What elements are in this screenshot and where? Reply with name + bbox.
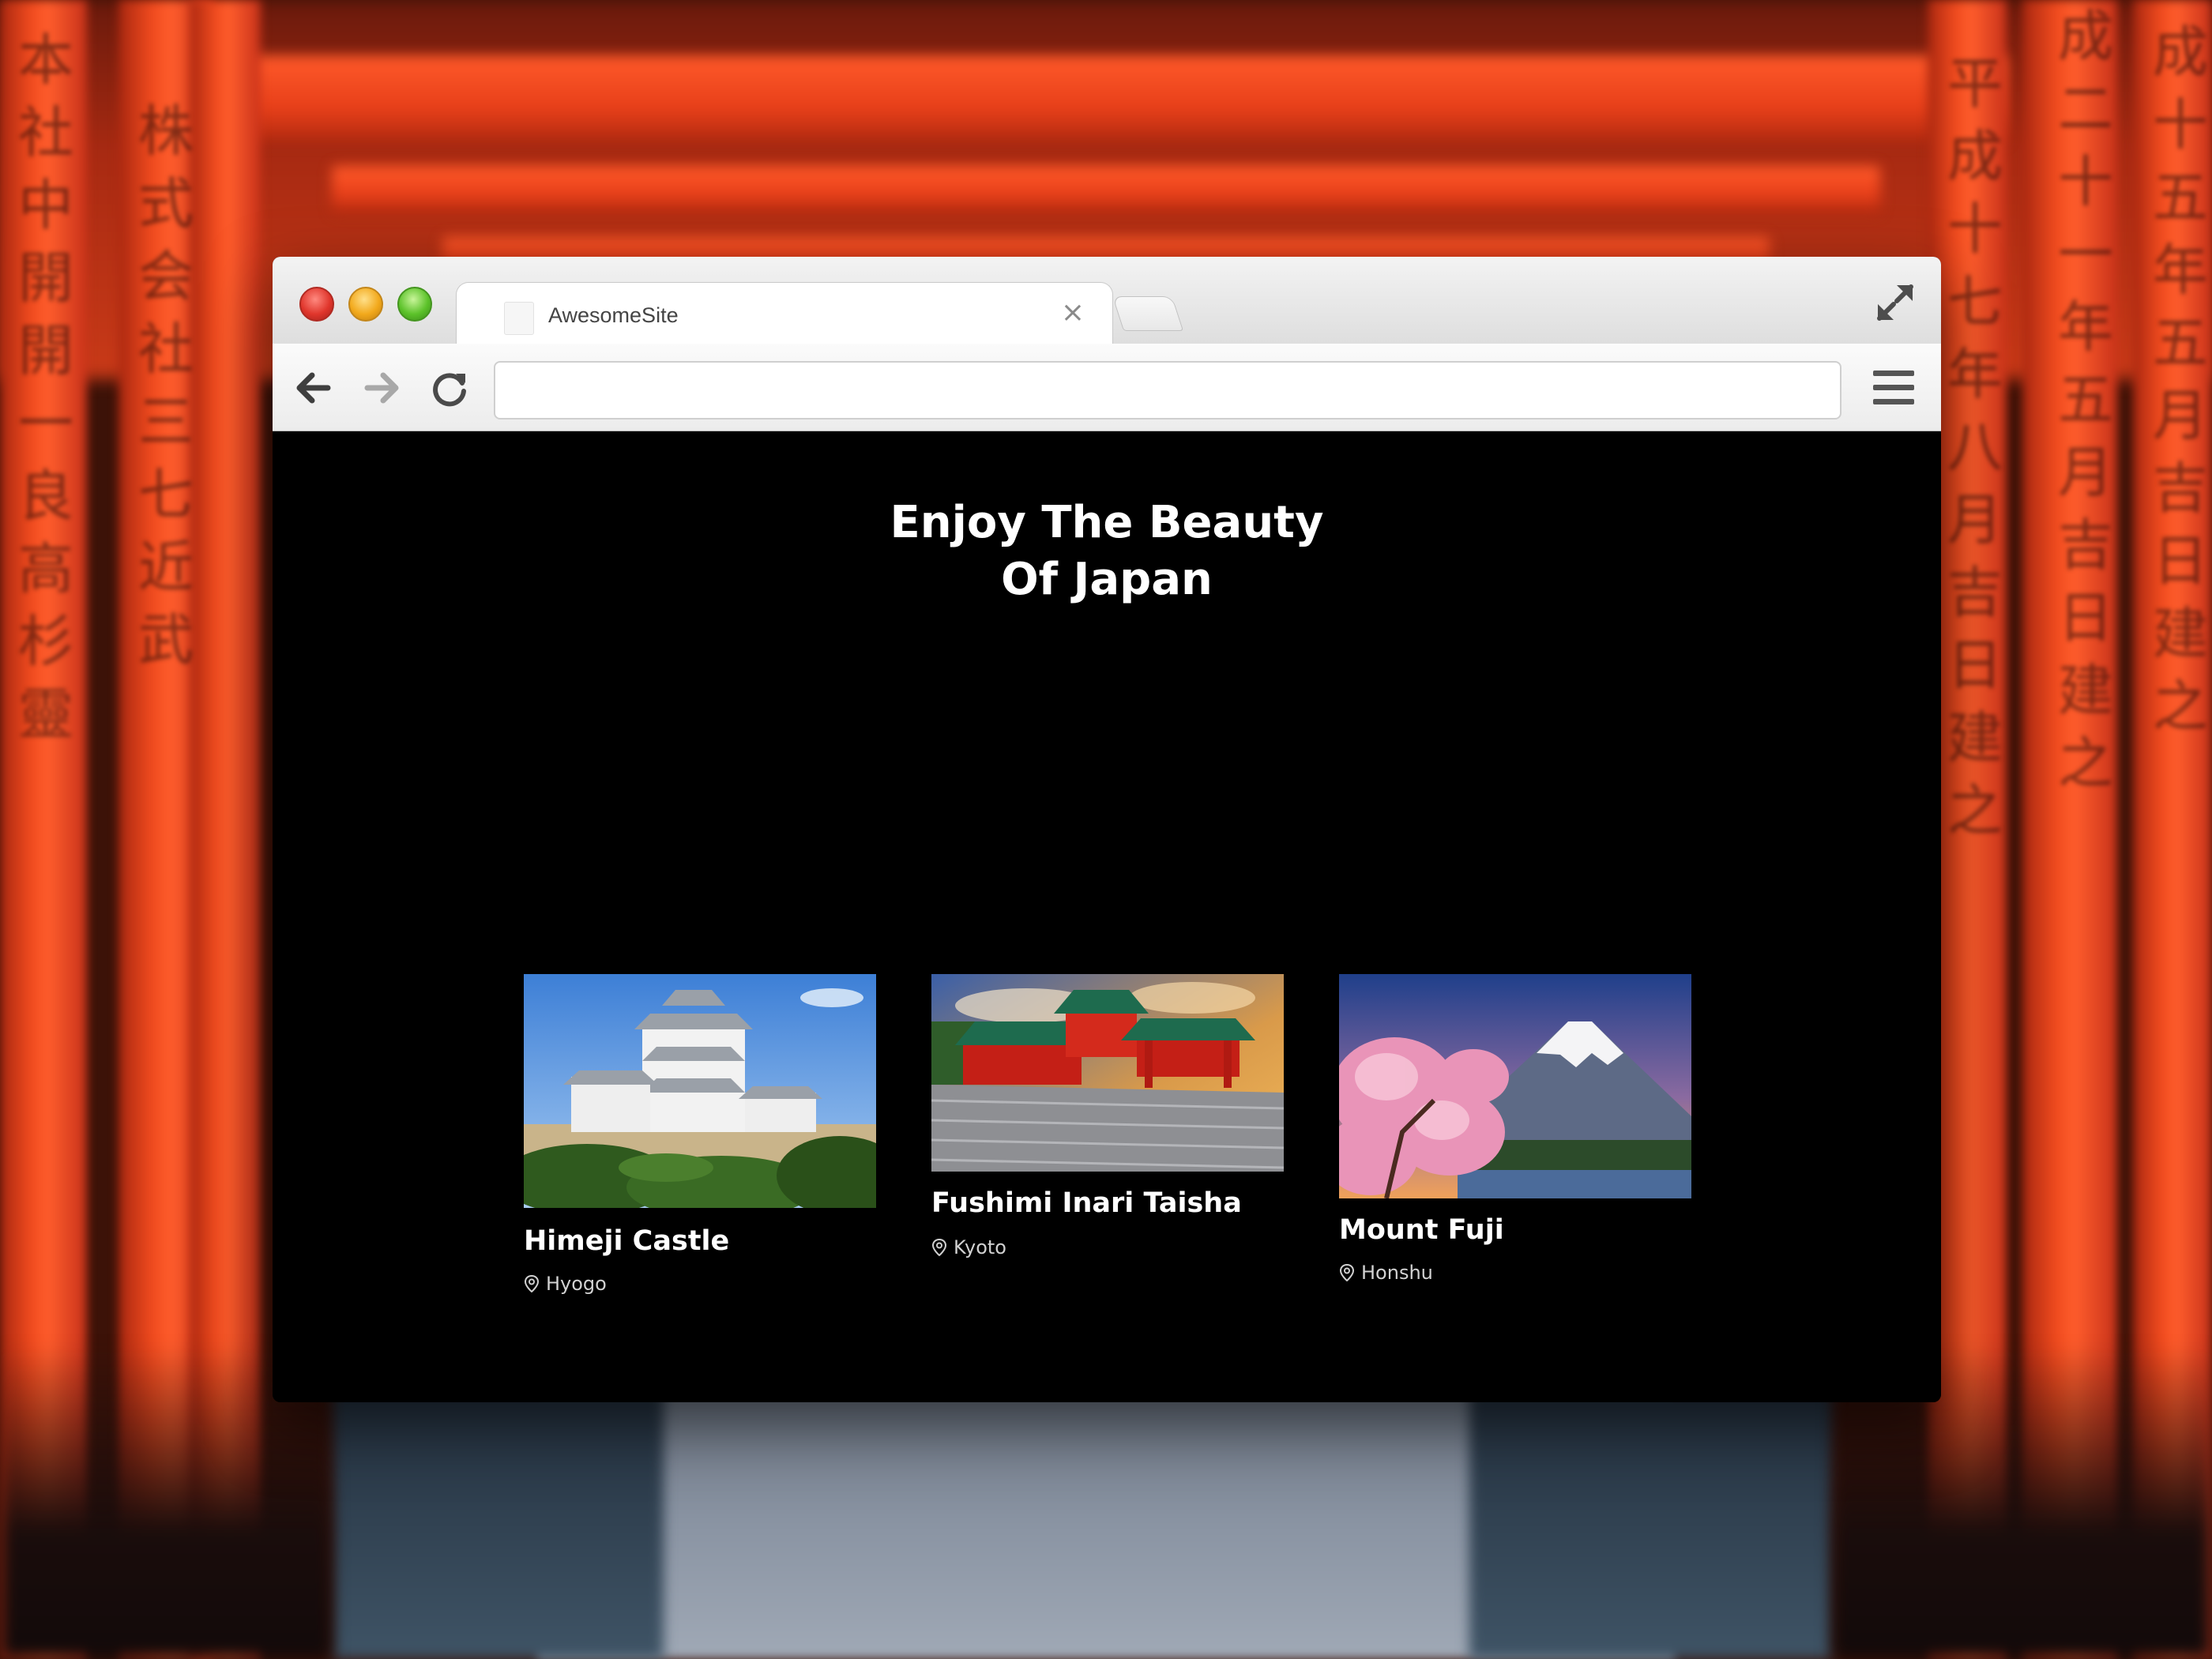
map-pin-icon <box>931 1239 947 1256</box>
background-beam <box>332 166 1880 213</box>
card-location-text: Kyoto <box>954 1236 1006 1258</box>
address-bar-input[interactable] <box>494 361 1841 419</box>
background-kanji-inscription: 成十五年五月吉日建之 <box>2153 20 2208 739</box>
menu-bar-line <box>1873 371 1914 376</box>
page-heading-line: Of Japan <box>1001 554 1213 605</box>
arrow-left-icon[interactable] <box>292 366 336 410</box>
background-kanji-inscription: 本社中開開一良高杉靈 <box>18 28 73 747</box>
page-viewport: Enjoy The Beauty Of Japan Himeji Castle … <box>273 431 1941 1402</box>
new-tab-button[interactable] <box>1112 296 1184 331</box>
browser-toolbar <box>273 344 1941 431</box>
fullscreen-icon[interactable] <box>1873 280 1917 325</box>
tab-close-icon[interactable]: × <box>1057 297 1089 329</box>
map-pin-icon <box>524 1275 540 1292</box>
browser-titlebar: AwesomeSite × <box>273 257 1941 346</box>
arrow-right-icon[interactable] <box>359 366 404 410</box>
window-close-button[interactable] <box>299 287 334 322</box>
window-minimize-button[interactable] <box>348 287 383 322</box>
hamburger-menu-icon[interactable] <box>1873 371 1914 405</box>
card-location: Kyoto <box>931 1236 1006 1258</box>
window-maximize-button[interactable] <box>397 287 432 322</box>
shrine-photo[interactable] <box>931 974 1284 1172</box>
background-beam <box>205 55 2007 142</box>
card-title[interactable]: Fushimi Inari Taisha <box>931 1187 1242 1219</box>
page-heading: Enjoy The Beauty Of Japan <box>791 495 1423 608</box>
menu-bar-line <box>1873 399 1914 404</box>
map-pin-icon <box>1339 1264 1355 1281</box>
card-title[interactable]: Mount Fuji <box>1339 1214 1504 1246</box>
castle-photo[interactable] <box>524 974 876 1208</box>
background-kanji-inscription: 成二十一年五月吉日建之 <box>2058 4 2113 796</box>
card-location: Honshu <box>1339 1262 1433 1284</box>
background-gravel-left <box>332 1390 664 1659</box>
background-gravel-right <box>1469 1390 1833 1659</box>
card-location-text: Hyogo <box>546 1273 607 1295</box>
browser-window: AwesomeSite × Enjoy The Beauty Of Japan … <box>273 257 1941 1402</box>
reload-icon[interactable] <box>427 366 472 410</box>
page-favicon-icon <box>504 302 534 335</box>
browser-tab-active[interactable]: AwesomeSite × <box>456 282 1113 346</box>
card-location: Hyogo <box>524 1273 607 1295</box>
tab-title: AwesomeSite <box>548 303 679 327</box>
menu-bar-line <box>1873 385 1914 390</box>
background-kanji-inscription: 株式会社三七近武 <box>138 99 194 672</box>
card-title[interactable]: Himeji Castle <box>524 1225 729 1257</box>
background-kanji-inscription: 平成十七年八月吉日建之 <box>1947 51 2003 843</box>
card-location-text: Honshu <box>1361 1262 1433 1284</box>
page-heading-line: Enjoy The Beauty <box>890 497 1324 548</box>
mountain-photo[interactable] <box>1339 974 1691 1198</box>
